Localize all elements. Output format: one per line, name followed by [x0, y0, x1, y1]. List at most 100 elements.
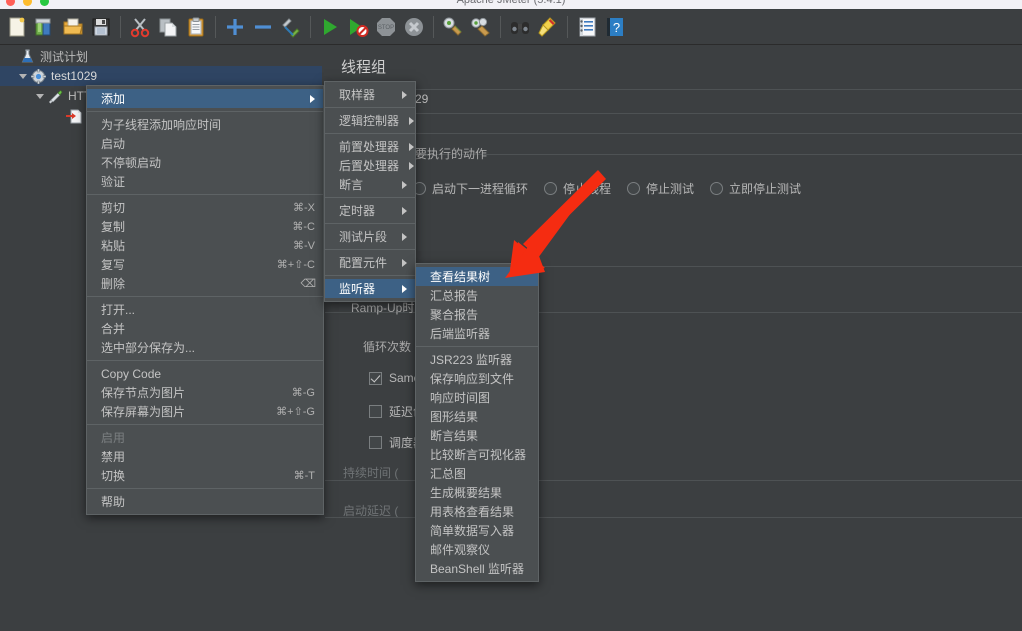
menu-item-timer[interactable]: 定时器	[325, 201, 415, 220]
same-user-checkbox[interactable]	[369, 371, 382, 385]
open-folder-icon[interactable]	[59, 13, 87, 41]
radio-stop-thread[interactable]	[544, 182, 558, 195]
minus-icon[interactable]	[249, 13, 277, 41]
scheduler-checkbox[interactable]	[369, 436, 382, 449]
play-green-icon[interactable]	[316, 13, 344, 41]
menu-separator	[325, 275, 415, 276]
menu-item-aggregate-graph[interactable]: 汇总图	[416, 464, 538, 483]
menu-item-open[interactable]: 打开...	[87, 300, 323, 319]
toggle-pencil-icon[interactable]	[277, 13, 305, 41]
copy-icon[interactable]	[154, 13, 182, 41]
menu-item-label: 剪切	[101, 201, 126, 215]
gears-broom-icon[interactable]	[467, 13, 495, 41]
toolbar-separator-2	[215, 15, 216, 38]
same-user-checkbox-row[interactable]: Same	[369, 371, 420, 385]
menu-item-mailer-visualizer[interactable]: 邮件观察仪	[416, 540, 538, 559]
menu-item-summary-report[interactable]: 汇总报告	[416, 286, 538, 305]
add-submenu[interactable]: 取样器 逻辑控制器 前置处理器 后置处理器 断言 定时器 测试片段 配置元件 监…	[324, 81, 416, 302]
menu-item-comparison-assertion-visualizer[interactable]: 比较断言可视化器	[416, 445, 538, 464]
menu-item-help[interactable]: 帮助	[87, 492, 323, 511]
notebook-icon[interactable]	[573, 13, 601, 41]
clipboard-paste-icon[interactable]	[182, 13, 210, 41]
menu-item-logic-controller[interactable]: 逻辑控制器	[325, 111, 415, 130]
stop-sign-icon[interactable]: STOP	[372, 13, 400, 41]
menu-item-generate-summary-results[interactable]: 生成概要结果	[416, 483, 538, 502]
test-plan-icon	[19, 48, 36, 64]
tree-node-test1029[interactable]: test1029	[0, 66, 322, 86]
menu-item-validate[interactable]: 验证	[87, 172, 323, 191]
menu-item-add-response-time[interactable]: 为子线程添加响应时间	[87, 115, 323, 134]
delay-create-checkbox[interactable]	[369, 405, 382, 418]
menu-item-post-processor[interactable]: 后置处理器	[325, 156, 415, 175]
menu-item-delete[interactable]: 删除 ⌫	[87, 274, 323, 293]
menu-item-cut[interactable]: 剪切 ⌘-X	[87, 198, 323, 217]
menu-separator	[87, 194, 323, 195]
menu-item-label: 取样器	[339, 88, 376, 102]
radio-label: 立即停止测试	[729, 182, 802, 196]
templates-icon[interactable]	[31, 13, 59, 41]
radio-stop-test-now[interactable]	[710, 182, 724, 195]
new-document-icon[interactable]	[3, 13, 31, 41]
broom-icon[interactable]	[534, 13, 562, 41]
menu-item-save-responses-to-file[interactable]: 保存响应到文件	[416, 369, 538, 388]
menu-item-label: 打开...	[101, 303, 136, 317]
menu-item-view-results-tree[interactable]: 查看结果树	[416, 267, 538, 286]
menu-item-start[interactable]: 启动	[87, 134, 323, 153]
plus-icon[interactable]	[221, 13, 249, 41]
menu-item-jsr223-listener[interactable]: JSR223 监听器	[416, 350, 538, 369]
menu-item-toggle[interactable]: 切换 ⌘-T	[87, 466, 323, 485]
menu-item-assertion-results[interactable]: 断言结果	[416, 426, 538, 445]
chevron-right-icon	[409, 116, 415, 125]
menu-item-label: 禁用	[101, 450, 126, 464]
menu-item-graph-results[interactable]: 图形结果	[416, 407, 538, 426]
twisty-icon[interactable]	[17, 70, 30, 83]
menu-item-label: 配置元件	[339, 256, 388, 270]
menu-item-save-screen-as-image[interactable]: 保存屏幕为图片 ⌘+⇧-G	[87, 402, 323, 421]
menu-item-duplicate[interactable]: 复写 ⌘+⇧-C	[87, 255, 323, 274]
chevron-right-icon	[402, 232, 407, 241]
sampler-error-action-radios: 启动下一进程循环 停止线程 停止测试 立即停止测试	[413, 180, 817, 197]
menu-item-save-selection-as[interactable]: 选中部分保存为...	[87, 338, 323, 357]
help-book-icon[interactable]: ?	[601, 13, 629, 41]
radio-stop-test[interactable]	[627, 182, 641, 195]
menu-item-assertion[interactable]: 断言	[325, 175, 415, 194]
menu-item-test-fragment[interactable]: 测试片段	[325, 227, 415, 246]
menu-item-beanshell-listener[interactable]: BeanShell 监听器	[416, 559, 538, 578]
menu-item-simple-data-writer[interactable]: 简单数据写入器	[416, 521, 538, 540]
menu-item-save-node-as-image[interactable]: 保存节点为图片 ⌘-G	[87, 383, 323, 402]
menu-item-config-element[interactable]: 配置元件	[325, 253, 415, 272]
menu-item-sampler[interactable]: 取样器	[325, 85, 415, 104]
menu-item-label: Copy Code	[101, 366, 162, 381]
menu-item-add[interactable]: 添加	[87, 89, 323, 108]
menu-item-response-time-graph[interactable]: 响应时间图	[416, 388, 538, 407]
menu-item-start-no-pause[interactable]: 不停顿启动	[87, 153, 323, 172]
menu-item-backend-listener[interactable]: 后端监听器	[416, 324, 538, 343]
menu-item-paste[interactable]: 粘贴 ⌘-V	[87, 236, 323, 255]
play-no-pause-icon[interactable]	[344, 13, 372, 41]
menu-item-merge[interactable]: 合并	[87, 319, 323, 338]
menu-item-accelerator: ⌘-G	[291, 387, 315, 399]
shutdown-x-icon[interactable]	[400, 13, 428, 41]
twisty-icon[interactable]	[34, 90, 47, 103]
menu-item-pre-processor[interactable]: 前置处理器	[325, 137, 415, 156]
menu-separator	[325, 107, 415, 108]
menu-item-view-results-in-table[interactable]: 用表格查看结果	[416, 502, 538, 521]
gear-broom-icon[interactable]	[439, 13, 467, 41]
scissors-icon[interactable]	[126, 13, 154, 41]
menu-item-copy-code[interactable]: Copy Code	[87, 364, 323, 383]
menu-item-label: 生成概要结果	[430, 486, 503, 500]
menu-item-disable[interactable]: 禁用	[87, 447, 323, 466]
menu-item-copy[interactable]: 复制 ⌘-C	[87, 217, 323, 236]
menu-item-listener[interactable]: 监听器	[325, 279, 415, 298]
menu-separator	[325, 223, 415, 224]
menu-item-aggregate-report[interactable]: 聚合报告	[416, 305, 538, 324]
tree-context-menu[interactable]: 添加 为子线程添加响应时间 启动 不停顿启动 验证 剪切 ⌘-X 复制 ⌘-C …	[86, 85, 324, 515]
menu-item-label: 后端监听器	[430, 327, 491, 341]
binoculars-icon[interactable]	[506, 13, 534, 41]
menu-item-label: 汇总图	[430, 467, 467, 481]
listener-submenu[interactable]: 查看结果树 汇总报告 聚合报告 后端监听器 JSR223 监听器 保存响应到文件…	[415, 263, 539, 582]
tree-node-test-plan[interactable]: 测试计划	[0, 46, 322, 66]
name-field-value[interactable]: 29	[415, 92, 428, 106]
chevron-right-icon	[402, 180, 407, 189]
save-disk-icon[interactable]	[87, 13, 115, 41]
